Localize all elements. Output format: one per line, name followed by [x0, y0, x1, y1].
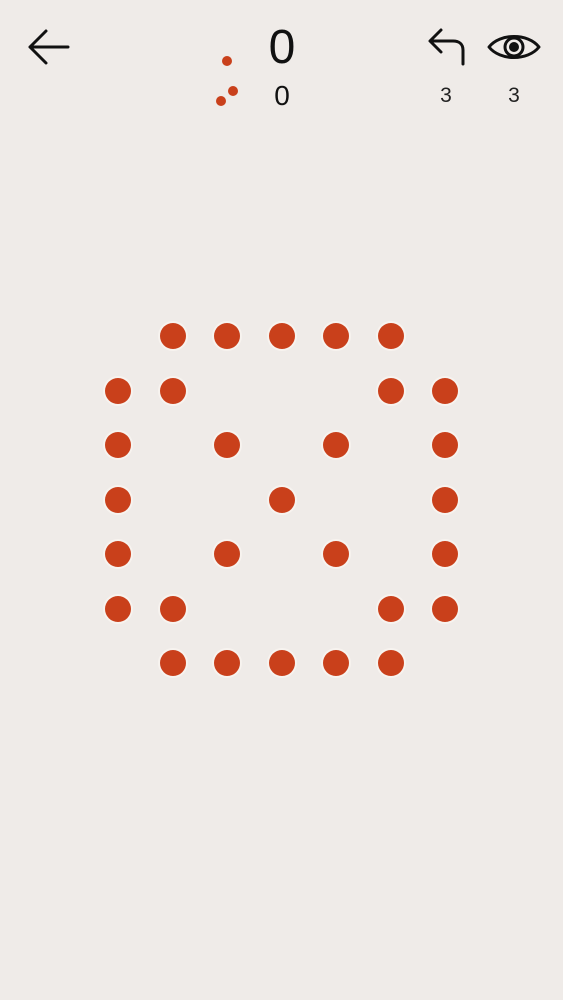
undo-count: 3 [440, 84, 452, 107]
score-primary: 0 [268, 21, 296, 74]
board-dot[interactable] [214, 432, 240, 458]
reveal-button[interactable]: 3 [486, 24, 542, 116]
reveal-count: 3 [508, 84, 520, 107]
arrow-left-icon [28, 29, 70, 65]
board-dot[interactable] [432, 486, 458, 513]
score-panel: 0 0 [200, 14, 320, 114]
board-dot[interactable] [377, 323, 404, 349]
board-dot[interactable] [159, 323, 186, 349]
board-dot[interactable] [214, 541, 240, 567]
board-dot[interactable] [268, 650, 295, 676]
board-dot[interactable] [323, 650, 349, 676]
board-dot[interactable] [105, 595, 131, 622]
undo-arrow-icon [428, 28, 465, 66]
board-dot[interactable] [377, 650, 404, 676]
game-board [100, 318, 464, 682]
board-dot[interactable] [432, 541, 458, 567]
board-dot[interactable] [323, 541, 349, 567]
board-dot[interactable] [377, 377, 404, 404]
board-dot[interactable] [214, 650, 240, 676]
board-dot[interactable] [159, 650, 186, 676]
board-dot[interactable] [105, 432, 131, 458]
undo-button[interactable]: 3 [418, 24, 474, 116]
board-dot[interactable] [105, 541, 131, 567]
board-dot[interactable] [105, 486, 131, 513]
board-dot[interactable] [214, 323, 240, 349]
board-dot[interactable] [432, 432, 458, 458]
double-dot-icon [216, 84, 240, 108]
eye-icon [487, 35, 541, 59]
board-dot[interactable] [432, 595, 458, 622]
back-button[interactable] [22, 24, 74, 70]
board-dot[interactable] [377, 595, 404, 622]
board-dot[interactable] [323, 323, 349, 349]
board-dot[interactable] [432, 377, 458, 404]
board-dot[interactable] [323, 432, 349, 458]
board-dot[interactable] [159, 595, 186, 622]
board-dot[interactable] [268, 323, 295, 349]
board-dot[interactable] [159, 377, 186, 404]
score-secondary: 0 [274, 80, 290, 111]
board-dot[interactable] [105, 377, 131, 404]
single-dot-icon [222, 56, 232, 66]
board-dot[interactable] [268, 486, 295, 513]
